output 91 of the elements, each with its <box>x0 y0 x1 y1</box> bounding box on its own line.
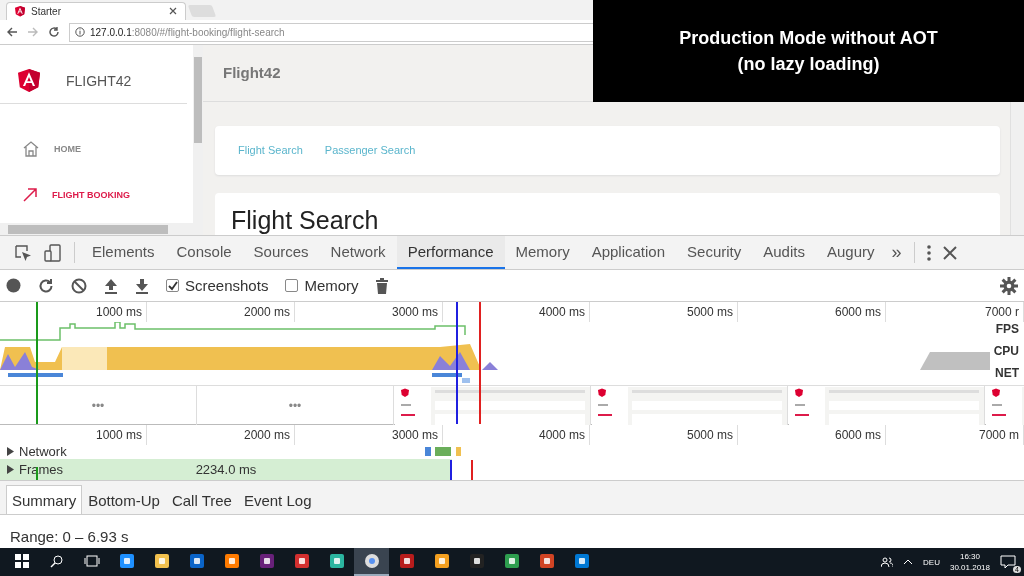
app-tile-icon[interactable] <box>468 553 485 569</box>
settings-icon[interactable] <box>1000 276 1018 295</box>
caret-right-icon[interactable] <box>6 464 15 474</box>
windows-logo-icon[interactable] <box>14 554 29 568</box>
track-label: NET <box>994 366 1020 380</box>
time-tick: 3000 ms <box>295 302 443 322</box>
time-tick: 5000 ms <box>590 302 738 322</box>
app-tile-icon[interactable] <box>328 553 345 569</box>
checkbox-option[interactable]: Screenshots <box>166 277 269 294</box>
range-text: Range: 0 – 6.93 s <box>10 528 129 545</box>
time-tick: 1000 ms <box>0 425 147 445</box>
bottom-tab[interactable]: Event Log <box>237 485 318 514</box>
record-icon[interactable] <box>6 278 21 293</box>
checkmark-icon <box>167 280 178 291</box>
devtools-tab[interactable]: Security <box>676 236 753 269</box>
app-tile-icon[interactable] <box>188 553 205 569</box>
track-label: CPU <box>992 344 1020 358</box>
idle-area <box>920 352 990 370</box>
devtools-tab[interactable]: Audits <box>752 236 816 269</box>
app-tile-icon[interactable] <box>293 553 310 569</box>
time-tick: 5000 ms <box>590 425 738 445</box>
time-tick: 7000 m <box>886 425 1024 445</box>
notification-icon[interactable] <box>1000 555 1016 569</box>
frame-duration: 2234.0 ms <box>195 462 257 477</box>
info-icon <box>75 27 85 37</box>
checkbox[interactable] <box>285 279 299 292</box>
app-tile-icon[interactable] <box>503 553 520 569</box>
track-label: Network <box>19 444 67 459</box>
checkbox-option[interactable]: Memory <box>285 277 359 294</box>
brand-name: FLIGHT42 <box>66 73 132 89</box>
app-tile-icon[interactable] <box>433 553 450 569</box>
reload-icon[interactable] <box>48 26 60 38</box>
app-tile-icon[interactable] <box>573 553 590 569</box>
devtools-tab[interactable]: Network <box>319 236 397 269</box>
devtools-tab[interactable]: Application <box>580 236 677 269</box>
upload-icon[interactable] <box>104 277 118 294</box>
app-tile-icon[interactable] <box>223 553 240 569</box>
download-icon[interactable] <box>135 277 149 294</box>
nav-item[interactable]: HOME <box>0 126 193 172</box>
app-tile-icon[interactable] <box>398 553 415 569</box>
checkbox[interactable] <box>166 279 179 292</box>
caption-line: (no lazy loading) <box>737 53 880 76</box>
angular-shield-icon <box>15 6 25 17</box>
track-label: FPS <box>994 322 1020 336</box>
close-icon[interactable] <box>169 7 177 15</box>
time-tick: 3000 ms <box>295 425 443 445</box>
clock[interactable]: 16:30 30.01.2018 <box>949 551 990 573</box>
devtools-tab[interactable]: Elements <box>81 236 166 269</box>
task-view-icon[interactable] <box>83 555 100 567</box>
more-tabs-button[interactable]: » <box>885 236 908 269</box>
caret-right-icon[interactable] <box>6 447 15 456</box>
reload-icon[interactable] <box>38 277 54 294</box>
devtools-tab[interactable]: Performance <box>396 236 505 269</box>
devtools-tab[interactable]: Console <box>165 236 243 269</box>
time-tick: 2000 ms <box>147 302 295 322</box>
time-tick: 6000 ms <box>738 425 886 445</box>
devtools-tab[interactable]: Memory <box>504 236 581 269</box>
close-icon[interactable] <box>942 245 957 260</box>
app-tile-icon[interactable] <box>258 553 275 569</box>
loading-dots: ••• <box>197 386 394 425</box>
nav-item[interactable]: FLIGHT BOOKING <box>0 172 193 218</box>
angular-shield-icon <box>18 69 40 93</box>
bottom-tab[interactable]: Call Tree <box>165 485 238 514</box>
inspect-cursor-icon[interactable] <box>14 243 32 262</box>
horizontal-scrollbar[interactable] <box>0 223 193 235</box>
diagonal-arrow-icon <box>22 187 38 203</box>
bottom-tab[interactable]: Bottom-Up <box>82 485 166 514</box>
devtools-tab[interactable]: Augury <box>815 236 886 269</box>
search-icon[interactable] <box>50 554 63 568</box>
home-icon <box>22 140 40 158</box>
back-arrow-icon[interactable] <box>6 26 18 38</box>
header-title: Flight42 <box>223 64 281 82</box>
time-tick: 4000 ms <box>443 425 590 445</box>
app-tile-icon[interactable] <box>153 553 170 569</box>
time-tick: 6000 ms <box>738 302 886 322</box>
app-tile-icon[interactable] <box>363 553 380 569</box>
bottom-tab[interactable]: Summary <box>6 485 83 514</box>
device-toggle-icon[interactable] <box>44 243 62 262</box>
people-icon[interactable] <box>881 556 894 568</box>
hatched-area <box>62 347 107 370</box>
language-indicator[interactable]: DEU <box>923 557 940 567</box>
devtools-tab[interactable]: Sources <box>242 236 320 269</box>
app-tile-icon[interactable] <box>538 553 555 569</box>
chevron-up-icon[interactable] <box>903 559 914 565</box>
browser-tab[interactable]: Starter <box>6 2 186 20</box>
time-tick: 2000 ms <box>147 425 295 445</box>
kebab-menu-icon[interactable] <box>926 244 931 261</box>
page-heading: Flight Search <box>231 206 379 234</box>
app-tile-icon[interactable] <box>118 553 135 569</box>
trash-icon[interactable] <box>375 277 388 294</box>
clear-icon[interactable] <box>71 277 87 294</box>
